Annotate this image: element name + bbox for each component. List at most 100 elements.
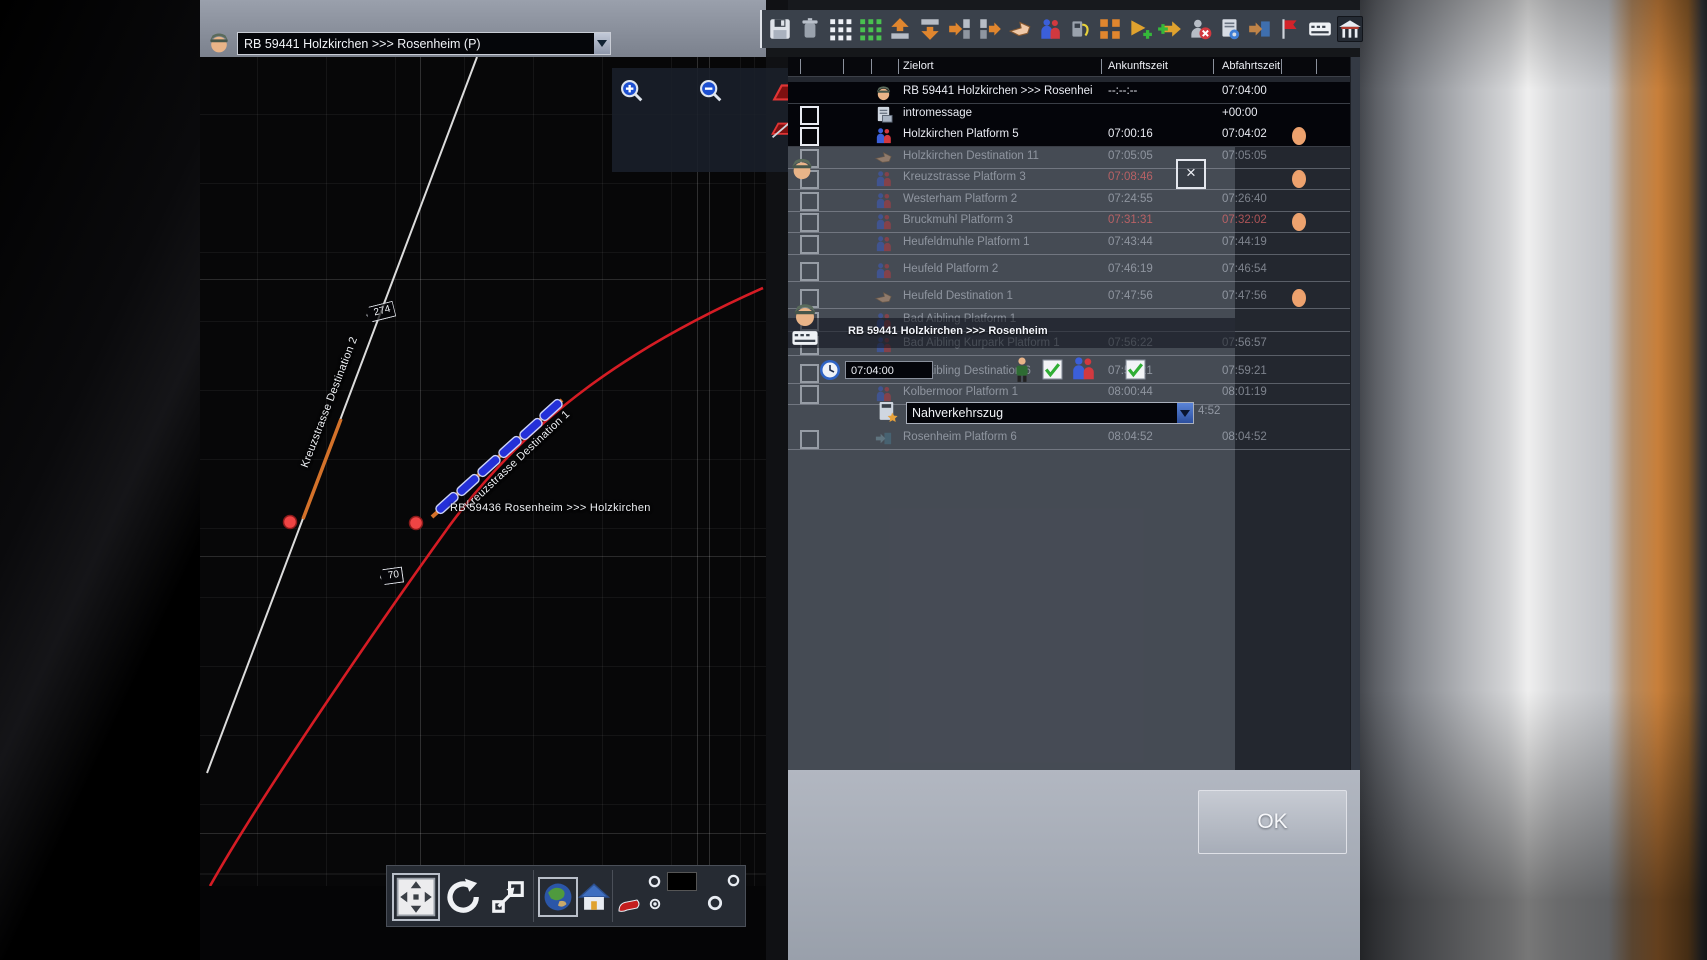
passengers-enabled-checkbox[interactable] [1125, 359, 1146, 380]
lower-terrain-icon[interactable] [917, 16, 943, 42]
column-header[interactable]: Ankunftszeit [1108, 60, 1168, 72]
toolbar-divider [612, 870, 613, 922]
row-checkbox[interactable] [800, 364, 819, 383]
row-checkbox[interactable] [800, 192, 819, 211]
departure-time: 07:47:56 [1222, 290, 1267, 302]
destination-label: Bruckmuhl Platform 3 [903, 214, 1013, 226]
pan-tool-icon[interactable] [395, 876, 437, 918]
poi-marker-icon[interactable] [617, 898, 643, 914]
world-view-icon[interactable] [541, 880, 575, 914]
arrival-time: 07:00:16 [1108, 128, 1153, 140]
timetable-icon[interactable] [1307, 16, 1333, 42]
column-header[interactable]: Zielort [903, 60, 934, 72]
track-red [210, 288, 763, 886]
flag-icon[interactable] [1277, 16, 1303, 42]
timetable-row[interactable]: Holzkirchen Platform 507:00:1607:04:02 [788, 125, 1360, 147]
arrival-time: 07:43:44 [1108, 236, 1153, 248]
home-view-icon[interactable] [577, 880, 611, 914]
destination-label: Rosenheim Platform 6 [903, 431, 1017, 443]
row-checkbox[interactable] [800, 430, 819, 449]
train-type-dropdown[interactable]: Nahverkehrszug [906, 402, 1194, 424]
radio-gradient-icon[interactable] [727, 874, 740, 887]
column-divider [898, 59, 899, 74]
timetable-row[interactable]: intromessage+00:00 [788, 104, 1360, 126]
timetable-row[interactable]: Heufeld Destination 107:47:5607:47:56 [788, 287, 1360, 309]
driver-figure-icon [1010, 356, 1034, 383]
tile-index-box[interactable] [667, 872, 697, 891]
arrival-time: --:--:-- [1108, 85, 1137, 97]
arrival-time: 07:47:56 [1108, 290, 1153, 302]
add-service-icon[interactable] [1127, 16, 1153, 42]
save-icon[interactable] [767, 16, 793, 42]
service-selector-dropdown[interactable]: RB 59441 Holzkirchen >>> Rosenheim (P) [237, 32, 611, 55]
row-checkbox[interactable] [800, 106, 819, 125]
timetable-row[interactable]: Westerham Platform 207:24:5507:26:40 [788, 190, 1360, 212]
scale-tool-icon[interactable] [489, 878, 527, 916]
destination-label: Westerham Platform 2 [903, 193, 1017, 205]
grid-green-icon[interactable] [857, 16, 883, 42]
timetable-row[interactable]: Kreuzstrasse Platform 307:08:46 [788, 168, 1360, 190]
announcement-head-icon[interactable] [1289, 166, 1309, 190]
radio-poi-icon[interactable] [649, 898, 661, 910]
refuel-icon[interactable] [1067, 16, 1093, 42]
timetable-row[interactable]: Holzkirchen Destination 1107:05:0507:05:… [788, 147, 1360, 169]
column-header[interactable]: Abfahrtszeit [1222, 60, 1280, 72]
destination-label: Heufeldmuhle Platform 1 [903, 236, 1030, 248]
select-hand-icon[interactable] [1007, 16, 1033, 42]
close-icon[interactable]: × [1176, 159, 1206, 189]
delete-icon[interactable] [797, 16, 823, 42]
timetable-row[interactable]: Heufeld Platform 207:46:1907:46:54 [788, 260, 1360, 282]
station-icon[interactable] [1337, 16, 1363, 42]
route-map[interactable]: Kreuzstrasse Destination 2 Kreuzstrasse … [200, 57, 766, 886]
stop-dot[interactable] [284, 516, 297, 529]
scrollbar[interactable] [1350, 57, 1360, 770]
announcement-head-icon[interactable] [1289, 209, 1309, 233]
row-checkbox[interactable] [800, 262, 819, 281]
raise-terrain-icon[interactable] [887, 16, 913, 42]
expand-markers-icon[interactable] [1097, 16, 1123, 42]
transfer-left-icon[interactable] [977, 16, 1003, 42]
driver-portrait-icon [206, 29, 232, 55]
train-type-value: Nahverkehrszug [907, 406, 1177, 420]
remove-driver-icon[interactable] [1187, 16, 1213, 42]
timetable-row[interactable]: Heufeldmuhle Platform 107:43:4407:44:19 [788, 233, 1360, 255]
train-type-arrow[interactable] [1177, 403, 1193, 423]
arrival-time: 08:00:44 [1108, 386, 1153, 398]
portal-icon[interactable] [1247, 16, 1273, 42]
radio-3d-icon[interactable] [648, 875, 661, 888]
stop-dot[interactable] [410, 517, 423, 530]
scene-left-dark [0, 0, 200, 960]
zoom-out-button[interactable] [697, 77, 725, 105]
radio-ts14-icon[interactable] [707, 895, 723, 911]
row-checkbox[interactable] [800, 213, 819, 232]
driver-enabled-checkbox[interactable] [1042, 359, 1063, 380]
row-checkbox[interactable] [800, 127, 819, 146]
add-path-icon[interactable] [1157, 16, 1183, 42]
rotate-tool-icon[interactable] [443, 876, 485, 918]
passengers-icon [1068, 354, 1098, 382]
announcement-head-icon[interactable] [1289, 123, 1309, 147]
toolbar-underlap [760, 48, 1360, 57]
ok-button[interactable]: OK [1198, 790, 1347, 854]
departure-time: 07:05:05 [1222, 150, 1267, 162]
row-checkbox[interactable] [800, 385, 819, 404]
timetable-row[interactable]: Bruckmuhl Platform 307:31:3107:32:02 [788, 211, 1360, 233]
row-checkbox[interactable] [800, 235, 819, 254]
service-selector-arrow[interactable] [594, 33, 610, 54]
announcement-head-icon[interactable] [1289, 285, 1309, 309]
column-divider [800, 59, 801, 74]
column-divider [1281, 59, 1282, 74]
transfer-right-icon[interactable] [947, 16, 973, 42]
driver-icon [874, 83, 893, 102]
service-settings-icon[interactable] [1217, 16, 1243, 42]
departure-time: 08:04:52 [1222, 431, 1267, 443]
editor-keyboard-icon [790, 330, 820, 346]
departure-time: 07:59:21 [1222, 365, 1267, 377]
timetable-row[interactable]: RB 59441 Holzkirchen >>> Rosenhei--:--:-… [788, 82, 1360, 104]
departure-time: 07:46:54 [1222, 263, 1267, 275]
grid-white-icon[interactable] [827, 16, 853, 42]
passengers-icon[interactable] [1037, 16, 1063, 42]
departure-time-field[interactable]: 07:04:00 [845, 361, 933, 379]
timetable-row[interactable]: Rosenheim Platform 608:04:5208:04:52 [788, 428, 1360, 450]
zoom-in-button[interactable] [618, 77, 646, 105]
